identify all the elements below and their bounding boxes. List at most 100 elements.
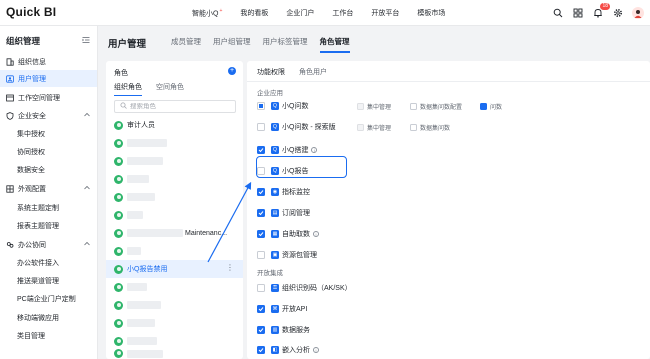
add-role-button[interactable]: + <box>228 67 236 75</box>
role-item[interactable] <box>106 348 243 359</box>
sidebar-item-push-channel[interactable]: 推送渠道管理 <box>0 272 97 289</box>
info-icon[interactable]: i <box>313 347 319 353</box>
sub-option-ask[interactable]: 问数 <box>480 99 502 113</box>
sub-checkbox[interactable] <box>410 123 417 131</box>
sidebar-item-org-info[interactable]: 组织信息 <box>0 53 97 70</box>
role-icon <box>114 174 123 184</box>
tab-space-roles[interactable]: 空间角色 <box>156 82 184 96</box>
sidebar-group-appearance[interactable]: 外观配置 <box>0 180 97 197</box>
cooperation-icon <box>6 241 14 249</box>
tab-members[interactable]: 成员管理 <box>171 36 201 53</box>
avatar[interactable] <box>632 7 644 19</box>
collapse-sidebar-icon[interactable] <box>82 36 90 44</box>
role-icon <box>114 349 123 358</box>
nav-item-my-dashboard[interactable]: 我的看板 <box>240 8 268 18</box>
sidebar-item-office-integration[interactable]: 办公软件接入 <box>0 254 97 271</box>
perm-checkbox[interactable] <box>257 123 265 131</box>
bell-icon[interactable]: 18 <box>592 3 610 19</box>
role-item[interactable] <box>106 296 243 314</box>
sidebar-item-pc-portal[interactable]: PC端企业门户定制 <box>0 290 97 307</box>
role-item[interactable] <box>106 134 243 152</box>
nav-item-workbench[interactable]: 工作台 <box>332 8 353 18</box>
role-item[interactable]: 审计人员 <box>106 116 243 134</box>
role-icon <box>114 318 123 328</box>
sidebar-item-central-auth[interactable]: 集中授权 <box>0 125 97 142</box>
role-icon <box>114 138 123 148</box>
sidebar-item-user-management[interactable]: 用户管理 <box>0 70 97 87</box>
info-icon[interactable]: i <box>313 231 319 237</box>
role-item-selected[interactable]: 小Q报告禁用 ⋮ <box>106 260 243 278</box>
perm-checkbox[interactable] <box>257 102 265 110</box>
perm-checkbox[interactable] <box>257 284 265 292</box>
blurred-role-name <box>127 283 147 291</box>
blurred-role-name <box>127 337 157 345</box>
sidebar-item-theme-custom[interactable]: 系统主题定制 <box>0 199 97 216</box>
sub-checkbox[interactable] <box>410 102 417 110</box>
tab-function-permissions[interactable]: 功能权限 <box>257 67 285 82</box>
sidebar-item-label: 工作空间管理 <box>18 94 60 102</box>
role-icon <box>114 156 123 166</box>
sidebar-item-report-theme[interactable]: 报表主题管理 <box>0 217 97 234</box>
tab-user-tags[interactable]: 用户标签管理 <box>263 36 308 53</box>
perm-label: 自助取数 <box>282 231 310 238</box>
sub-option-dataset-ask[interactable]: 数据集问数 <box>410 120 450 134</box>
role-item[interactable] <box>106 152 243 170</box>
perm-checkbox[interactable] <box>257 146 265 154</box>
top-icons: 18 <box>544 0 644 26</box>
tab-role-users[interactable]: 角色用户 <box>299 67 327 82</box>
role-item[interactable] <box>106 188 243 206</box>
info-icon[interactable]: i <box>311 147 318 153</box>
sidebar-item-data-security[interactable]: 数据安全 <box>0 161 97 178</box>
more-options-icon[interactable]: ⋮ <box>226 264 234 272</box>
tab-roles[interactable]: 角色管理 <box>319 36 350 53</box>
app-logo[interactable]: Quick BI <box>6 5 56 19</box>
grid-icon[interactable] <box>572 7 584 19</box>
chevron-up-icon <box>84 112 90 119</box>
sub-option-dataset-config[interactable]: 数据集问数配置 <box>410 99 462 113</box>
perm-checkbox[interactable] <box>257 209 265 217</box>
explore-icon: Q <box>271 123 279 131</box>
role-icon <box>114 210 123 220</box>
nav-item-smart-q[interactable]: 智能小Q+ <box>192 8 222 18</box>
role-item[interactable] <box>106 170 243 188</box>
role-item[interactable] <box>106 242 243 260</box>
sub-option-central-manage[interactable]: 集中管理 <box>357 120 391 134</box>
sub-checkbox[interactable] <box>357 123 364 131</box>
tab-org-roles[interactable]: 组织角色 <box>114 82 142 96</box>
sidebar-item-label: 外观配置 <box>18 185 46 193</box>
user-management-tabs: 成员管理 用户组管理 用户标签管理 角色管理 <box>159 36 350 53</box>
gear-icon[interactable] <box>612 7 624 19</box>
section-open-integration: 开放集成 <box>257 270 283 277</box>
sub-option-central-manage[interactable]: 集中管理 <box>357 99 391 113</box>
role-item[interactable] <box>106 278 243 296</box>
sub-checkbox[interactable] <box>357 102 364 110</box>
role-search-input[interactable] <box>130 103 230 110</box>
role-icon <box>114 120 123 130</box>
role-item[interactable] <box>106 314 243 332</box>
perm-label: 指标监控 <box>282 189 310 196</box>
perm-checkbox[interactable] <box>257 305 265 313</box>
perm-checkbox[interactable] <box>257 230 265 238</box>
sidebar-item-collab-auth[interactable]: 协同授权 <box>0 143 97 160</box>
perm-row-smart-q-explore: Q 小Q问数 - 探索版 <box>257 120 336 134</box>
sub-checkbox[interactable] <box>480 102 487 110</box>
nav-item-template-market[interactable]: 模板市场 <box>417 8 445 18</box>
role-item[interactable] <box>106 206 243 224</box>
blurred-role-name <box>127 301 161 309</box>
subscribe-icon: ▤ <box>271 209 279 217</box>
sidebar-item-category[interactable]: 类目管理 <box>0 327 97 344</box>
nav-item-open-platform[interactable]: 开放平台 <box>371 8 399 18</box>
perm-checkbox[interactable] <box>257 251 265 259</box>
nav-item-portal[interactable]: 企业门户 <box>286 8 314 18</box>
sidebar-group-office-collab[interactable]: 办公协同 <box>0 236 97 253</box>
sidebar-item-mobile-app[interactable]: 移动端微应用 <box>0 309 97 326</box>
tab-user-groups[interactable]: 用户组管理 <box>213 36 251 53</box>
perm-checkbox[interactable] <box>257 346 265 354</box>
sidebar-group-enterprise-security[interactable]: 企业安全 <box>0 107 97 124</box>
sidebar-item-workspace[interactable]: 工作空间管理 <box>0 89 97 106</box>
search-icon[interactable] <box>552 7 564 19</box>
role-item[interactable]: Maintenanc... <box>106 224 243 242</box>
top-bar: Quick BI 智能小Q+ 我的看板 企业门户 工作台 开放平台 模板市场 1… <box>0 0 650 26</box>
perm-checkbox[interactable] <box>257 188 265 196</box>
perm-checkbox[interactable] <box>257 326 265 334</box>
